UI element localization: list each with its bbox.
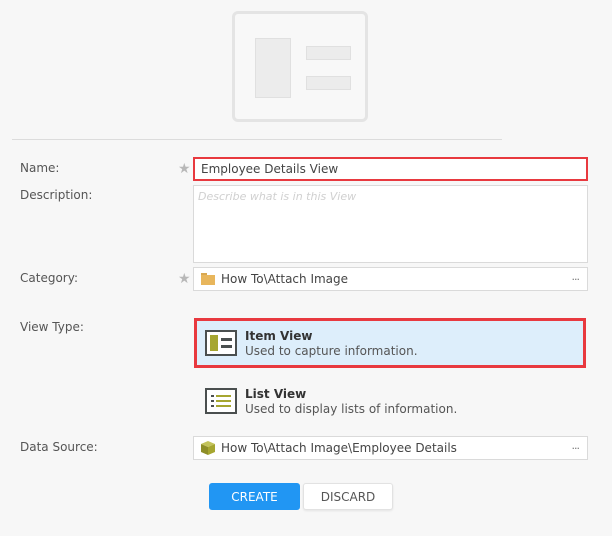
view-type-label: View Type: — [20, 320, 84, 334]
data-source-label: Data Source: — [20, 440, 98, 454]
description-input[interactable]: Describe what is in this View — [193, 185, 588, 263]
category-value: How To\Attach Image — [221, 272, 349, 286]
preview-line-block — [306, 76, 351, 90]
discard-button[interactable]: DISCARD — [303, 483, 393, 510]
data-source-value: How To\Attach Image\Employee Details — [221, 441, 457, 455]
divider — [12, 139, 502, 140]
data-source-browse-button[interactable]: ··· — [572, 442, 580, 455]
view-type-option-list-view[interactable]: List View Used to display lists of infor… — [194, 376, 586, 426]
name-input[interactable]: Employee Details View — [193, 157, 588, 181]
item-view-title: Item View — [245, 328, 313, 343]
create-button[interactable]: CREATE — [209, 483, 300, 510]
preview-line-block — [306, 46, 351, 60]
category-browse-button[interactable]: ··· — [572, 273, 580, 286]
item-view-description: Used to capture information. — [245, 343, 418, 358]
data-source-picker[interactable]: How To\Attach Image\Employee Details ··· — [193, 436, 588, 460]
description-placeholder: Describe what is in this View — [198, 190, 357, 203]
view-type-option-item-view[interactable]: Item View Used to capture information. — [194, 318, 586, 368]
name-label: Name: — [20, 161, 60, 175]
category-label: Category: — [20, 271, 78, 285]
list-view-description: Used to display lists of information. — [245, 401, 458, 416]
description-label: Description: — [20, 188, 93, 202]
preview-image-block — [255, 38, 291, 98]
item-view-icon — [205, 330, 237, 356]
list-view-title: List View — [245, 386, 307, 401]
category-picker[interactable]: How To\Attach Image ··· — [193, 267, 588, 291]
item-view-preview-icon — [232, 11, 368, 122]
required-star-icon: ★ — [178, 161, 191, 177]
list-view-icon — [205, 388, 237, 414]
required-star-icon: ★ — [178, 271, 191, 287]
folder-icon — [201, 273, 215, 285]
name-input-value: Employee Details View — [201, 162, 339, 176]
smartobject-cube-icon — [201, 441, 215, 455]
